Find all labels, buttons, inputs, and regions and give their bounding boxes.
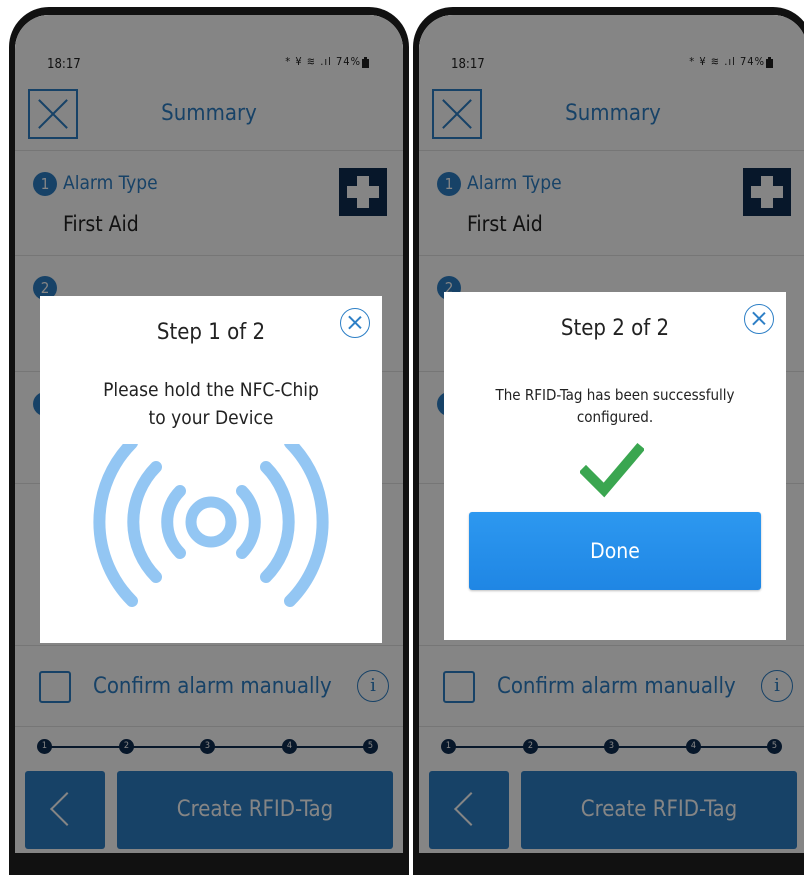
rfid-success-dialog: Step 2 of 2 The RFID-Tag has been succes…: [444, 292, 786, 640]
dialog-message-line-1: The RFID-Tag has been successfully: [495, 386, 735, 404]
nfc-waves-icon: [93, 444, 329, 607]
app-screen-left: 18:17 * ¥ ≋ .ıl 74% Summary 1 Alarm Type…: [15, 15, 403, 853]
dialog-message-line-1: Please hold the NFC-Chip: [103, 379, 319, 401]
close-circle-icon[interactable]: [340, 308, 370, 338]
close-circle-icon[interactable]: [744, 304, 774, 334]
app-screen-right: 18:17 * ¥ ≋ .ıl 74% Summary 1 Alarm Type…: [419, 15, 804, 853]
nfc-scan-dialog: Step 1 of 2 Please hold the NFC-Chip to …: [40, 296, 382, 643]
dialog-message: The RFID-Tag has been successfully confi…: [464, 384, 766, 428]
dialog-step-title: Step 1 of 2: [156, 320, 266, 345]
dialog-step-title: Step 2 of 2: [560, 316, 670, 341]
phone-frame-right: 18:17 * ¥ ≋ .ıl 74% Summary 1 Alarm Type…: [413, 7, 804, 875]
phone-frame-left: 18:17 * ¥ ≋ .ıl 74% Summary 1 Alarm Type…: [9, 7, 409, 875]
dialog-message: Please hold the NFC-Chip to your Device: [60, 376, 362, 432]
dialog-message-line-2: configured.: [576, 408, 654, 426]
checkmark-icon: [580, 442, 644, 498]
dialog-message-line-2: to your Device: [148, 407, 274, 429]
done-button[interactable]: Done: [469, 512, 761, 590]
